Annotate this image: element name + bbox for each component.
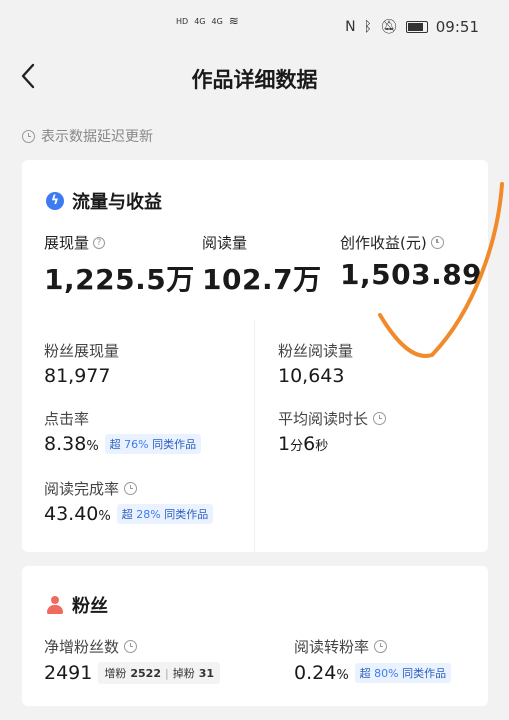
gain-label: 增粉: [104, 667, 127, 680]
loss-label: 掉粉: [172, 667, 195, 680]
nav-bar: 作品详细数据: [0, 52, 509, 104]
completion-label: 阅读完成率: [44, 478, 138, 499]
ctr-value: 8.38% 超 76% 同类作品: [44, 433, 202, 455]
traffic-icon: [46, 192, 64, 210]
avg-read-time-label-text: 平均阅读时长: [278, 410, 369, 428]
impressions-label-text: 展现量: [44, 234, 90, 252]
clock-icon: [430, 236, 444, 249]
loss-value: 31: [198, 666, 215, 680]
completion-badge: 超 28% 同类作品: [116, 504, 214, 524]
wifi-icon: ≋: [228, 14, 239, 28]
avg-read-time-value: 1分6秒: [278, 433, 328, 455]
nfc-icon: N: [345, 19, 356, 35]
badge-suffix: 同类作品: [164, 508, 209, 521]
conversion-number: 0.24: [294, 662, 337, 684]
status-time: 09:51: [435, 18, 479, 36]
traffic-earnings-card: 流量与收益 展现量 ? 1,225.5万 阅读量 102.7万 创作收益(元) …: [22, 160, 488, 552]
clock-icon: [373, 412, 387, 425]
completion-number: 43.40: [44, 503, 99, 525]
earnings-value: 1,503.89: [340, 258, 483, 291]
gain-loss-chip: 增粉 2522 | 掉粉 31: [98, 662, 221, 684]
conversion-label-text: 阅读转粉率: [294, 638, 370, 656]
completion-unit: %: [98, 509, 111, 524]
hd-icon: HD: [176, 16, 189, 26]
net-gain-value: 2491 增粉 2522 | 掉粉 31: [44, 662, 221, 684]
column-divider: [254, 320, 255, 552]
traffic-earnings-title-text: 流量与收益: [72, 192, 162, 213]
fans-card: 粉丝 净增粉丝数 2491 增粉 2522 | 掉粉 31 阅读转粉率 0.24…: [22, 566, 488, 706]
fan-impressions-value: 81,977: [44, 365, 111, 387]
badge-suffix: 同类作品: [402, 667, 447, 680]
completion-value: 43.40% 超 28% 同类作品: [44, 503, 214, 525]
clock-icon: [374, 640, 388, 653]
reads-value: 102.7万: [202, 258, 322, 298]
reads-number: 102.7: [202, 263, 294, 296]
reads-label: 阅读量: [202, 232, 247, 253]
reads-label-text: 阅读量: [202, 234, 248, 252]
signal-icon: 4G: [211, 16, 223, 26]
gain-value: 2522: [130, 666, 161, 680]
delay-notice-text: 表示数据延迟更新: [41, 129, 153, 145]
badge-prefix: 超: [359, 667, 371, 680]
ctr-label-text: 点击率: [44, 410, 90, 428]
badge-prefix: 超: [109, 438, 121, 451]
bluetooth-icon: ᛒ: [363, 19, 372, 35]
net-gain-number: 2491: [44, 662, 93, 684]
impressions-label: 展现量 ?: [44, 232, 106, 253]
page-title: 作品详细数据: [191, 68, 318, 92]
seconds-number: 6: [303, 433, 316, 455]
ctr-label: 点击率: [44, 408, 89, 429]
earnings-label: 创作收益(元): [340, 232, 444, 253]
fan-impressions-label: 粉丝展现量: [44, 340, 119, 361]
impressions-unit: 万: [166, 263, 195, 296]
traffic-earnings-title: 流量与收益: [46, 188, 162, 214]
fans-title-text: 粉丝: [72, 596, 108, 617]
badge-percent: 76%: [124, 438, 149, 451]
network-indicators: HD 4G 4G ≋: [176, 14, 239, 28]
signal-icon: 4G: [194, 16, 206, 26]
minutes-unit: 分: [290, 439, 304, 454]
conversion-value: 0.24% 超 80% 同类作品: [294, 662, 452, 684]
help-icon[interactable]: ?: [93, 236, 106, 249]
net-gain-label: 净增粉丝数: [44, 636, 138, 657]
ctr-number: 8.38: [44, 433, 87, 455]
avg-read-time-label: 平均阅读时长: [278, 408, 387, 429]
delay-notice: 表示数据延迟更新: [22, 126, 153, 146]
completion-label-text: 阅读完成率: [44, 480, 120, 498]
conversion-badge: 超 80% 同类作品: [354, 663, 452, 683]
net-gain-label-text: 净增粉丝数: [44, 638, 120, 656]
ctr-badge: 超 76% 同类作品: [104, 434, 202, 454]
clock-icon: [124, 482, 138, 495]
fan-reads-value: 10,643: [278, 365, 345, 387]
fan-reads-label-text: 粉丝阅读量: [278, 342, 354, 360]
badge-percent: 28%: [136, 508, 161, 521]
minutes-number: 1: [278, 433, 291, 455]
impressions-value: 1,225.5万: [44, 258, 195, 298]
fan-reads-label: 粉丝阅读量: [278, 340, 353, 361]
fans-icon: [46, 596, 64, 614]
badge-prefix: 超: [121, 508, 133, 521]
badge-suffix: 同类作品: [152, 438, 197, 451]
conversion-unit: %: [336, 668, 349, 683]
clock-icon: [22, 129, 35, 143]
status-bar: HD 4G 4G ≋ N ᛒ 🔕︎ 09:51: [0, 0, 509, 50]
conversion-label: 阅读转粉率: [294, 636, 388, 657]
earnings-label-text: 创作收益(元): [340, 234, 427, 252]
mute-icon: 🔕︎: [379, 19, 398, 35]
fan-impressions-label-text: 粉丝展现量: [44, 342, 120, 360]
status-icons: N ᛒ 🔕︎ 09:51: [345, 18, 479, 36]
reads-unit: 万: [293, 263, 322, 296]
impressions-number: 1,225.5: [44, 263, 167, 296]
ctr-unit: %: [86, 439, 99, 454]
fans-title: 粉丝: [46, 592, 108, 618]
badge-percent: 80%: [374, 667, 399, 680]
battery-icon: [405, 21, 428, 33]
chip-separator: |: [164, 666, 169, 680]
seconds-unit: 秒: [315, 439, 329, 454]
clock-icon: [124, 640, 138, 653]
